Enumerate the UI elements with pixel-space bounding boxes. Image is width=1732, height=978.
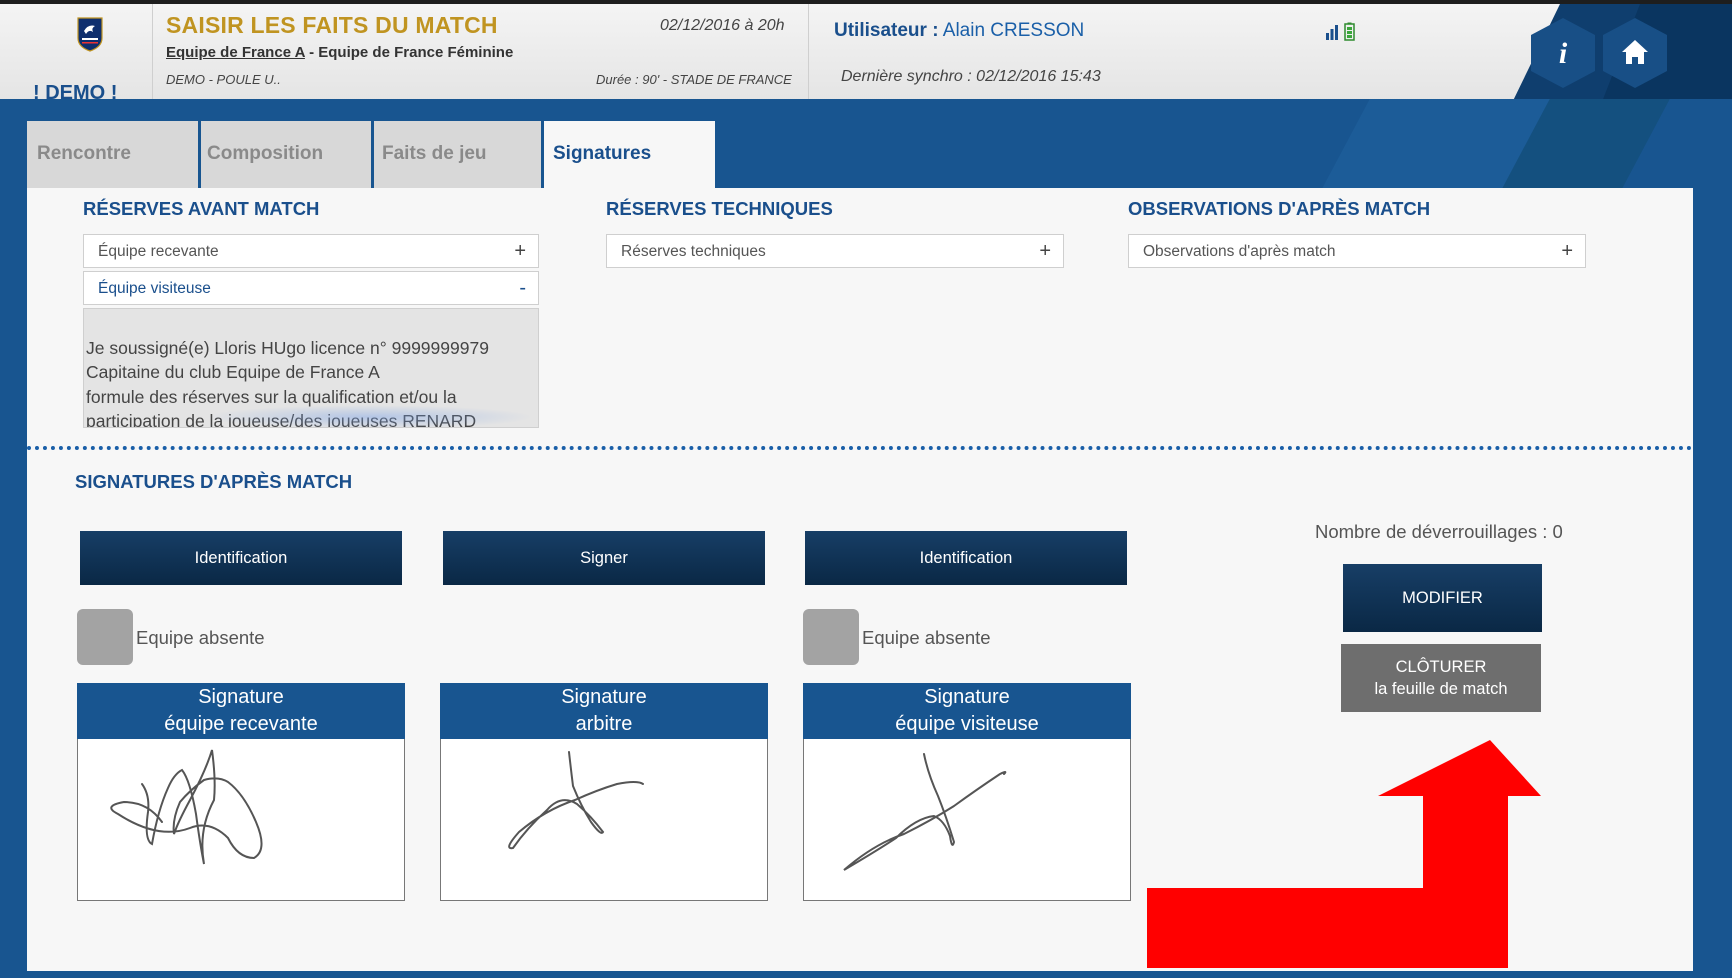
- expand-icon[interactable]: +: [514, 240, 526, 263]
- header-divider: [808, 4, 809, 103]
- app-header: ! DEMO ! SAISIR LES FAITS DU MATCH Equip…: [0, 0, 1732, 107]
- home-button[interactable]: [1600, 16, 1670, 90]
- identification-button-home[interactable]: Identification: [80, 531, 402, 585]
- user-name: Alain CRESSON: [942, 20, 1085, 41]
- signature-box-home[interactable]: Signature équipe recevante: [77, 683, 405, 901]
- info-icon: i: [1531, 18, 1595, 88]
- match-date: 02/12/2016 à 20h: [660, 17, 785, 34]
- equipe-visiteuse-field[interactable]: Équipe visiteuse -: [83, 271, 539, 305]
- match-teams: Equipe de France A - Equipe de France Fé…: [166, 44, 513, 61]
- fff-crest-logo: [77, 17, 103, 52]
- expand-icon[interactable]: +: [1039, 240, 1051, 263]
- red-arrow-annotation: [1147, 740, 1541, 968]
- signatures-panel: RÉSERVES AVANT MATCH Équipe recevante + …: [27, 188, 1693, 971]
- signature-box-referee[interactable]: Signature arbitre: [440, 683, 768, 901]
- signature-box-subtitle: arbitre: [575, 713, 633, 735]
- equipe-absente-checkbox-home[interactable]: [77, 609, 133, 665]
- equipe-absente-label: Equipe absente: [862, 627, 991, 648]
- reserves-techniques-field[interactable]: Réserves techniques +: [606, 234, 1064, 268]
- info-glyph: i: [1559, 37, 1568, 70]
- tab-faits-de-jeu[interactable]: Faits de jeu: [374, 121, 541, 188]
- signature-box-subtitle: équipe recevante: [164, 713, 318, 735]
- equipe-recevante-field[interactable]: Équipe recevante +: [83, 234, 539, 268]
- tab-composition[interactable]: Composition: [201, 121, 371, 188]
- home-team-name: Equipe de France A: [166, 44, 305, 61]
- observations-title: OBSERVATIONS D'APRÈS MATCH: [1128, 198, 1431, 219]
- section-divider: [27, 446, 1693, 450]
- team-separator: -: [304, 44, 319, 61]
- home-icon: [1603, 18, 1667, 88]
- signature-box-away[interactable]: Signature équipe visiteuse: [803, 683, 1131, 901]
- reserves-techniques-title: RÉSERVES TECHNIQUES: [606, 198, 833, 219]
- observations-field[interactable]: Observations d'après match +: [1128, 234, 1586, 268]
- status-icons: [1326, 22, 1355, 41]
- tab-rencontre[interactable]: Rencontre: [27, 121, 198, 188]
- reserve-text-area[interactable]: Je soussigné(e) Lloris HUgo licence n° 9…: [83, 308, 539, 428]
- field-label: Réserves techniques: [621, 243, 766, 260]
- signature-box-header: Signature équipe visiteuse: [803, 683, 1131, 739]
- user-info: Utilisateur : Alain CRESSON: [834, 20, 1084, 42]
- match-duration-venue: Durée : 90' - STADE DE FRANCE: [596, 72, 792, 87]
- signature-box-title: Signature: [561, 686, 647, 708]
- equipe-absente-label: Equipe absente: [136, 627, 265, 648]
- modifier-button[interactable]: MODIFIER: [1343, 564, 1542, 632]
- battery-icon: [1344, 22, 1355, 41]
- info-button[interactable]: i: [1528, 16, 1598, 90]
- equipe-absente-checkbox-away[interactable]: [803, 609, 859, 665]
- signature-box-title: Signature: [198, 686, 284, 708]
- signal-bars-icon: [1326, 25, 1338, 40]
- signature-box-header: Signature arbitre: [440, 683, 768, 739]
- expand-icon[interactable]: +: [1561, 240, 1573, 263]
- handwritten-signature: [508, 751, 644, 850]
- field-label: Équipe recevante: [98, 243, 219, 260]
- signature-box-title: Signature: [924, 686, 1010, 708]
- signer-button[interactable]: Signer: [443, 531, 765, 585]
- last-sync: Dernière synchro : 02/12/2016 15:43: [841, 68, 1101, 85]
- away-team-name: Equipe de France Féminine: [318, 44, 514, 61]
- field-label: Observations d'après match: [1143, 243, 1336, 260]
- logo-cell: ! DEMO !: [10, 4, 153, 104]
- handwritten-signature: [843, 753, 1007, 871]
- tab-signatures[interactable]: Signatures: [544, 121, 715, 189]
- reserve-text: Je soussigné(e) Lloris HUgo licence n° 9…: [86, 337, 489, 428]
- signatures-title: SIGNATURES D'APRÈS MATCH: [75, 471, 353, 492]
- reserves-avant-match-title: RÉSERVES AVANT MATCH: [83, 198, 320, 219]
- cloturer-label: CLÔTURER: [1395, 658, 1487, 676]
- collapse-icon[interactable]: -: [519, 277, 526, 300]
- competition-label: DEMO - POULE U..: [166, 72, 281, 87]
- field-label: Équipe visiteuse: [98, 280, 211, 297]
- signature-box-subtitle: équipe visiteuse: [895, 713, 1039, 735]
- cloturer-button[interactable]: CLÔTURER la feuille de match: [1341, 644, 1541, 712]
- page-title: SAISIR LES FAITS DU MATCH: [166, 12, 498, 38]
- signature-box-header: Signature équipe recevante: [77, 683, 405, 739]
- unlock-count-label: Nombre de déverrouillages : 0: [1315, 521, 1563, 542]
- cloturer-sublabel: la feuille de match: [1374, 680, 1508, 698]
- identification-button-away[interactable]: Identification: [805, 531, 1127, 585]
- user-label: Utilisateur :: [834, 20, 939, 41]
- handwritten-signature: [110, 749, 263, 865]
